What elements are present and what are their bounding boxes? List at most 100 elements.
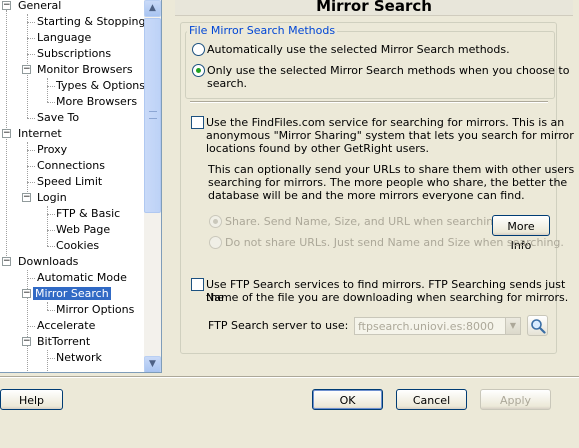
findfiles-desc-line2: anonymous "Mirror Sharing" system that l… <box>206 129 574 142</box>
tree-item-types-options[interactable]: Types & Options <box>54 78 144 94</box>
collapse-icon[interactable]: − <box>22 289 31 298</box>
tree-item-login[interactable]: Login <box>35 190 69 206</box>
chevron-down-icon[interactable]: ▼ <box>505 318 520 334</box>
tree-item-proxy[interactable]: Proxy <box>35 142 69 158</box>
auto-methods-label[interactable]: Automatically use the selected Mirror Se… <box>207 43 510 56</box>
bottom-separator <box>0 376 579 378</box>
collapse-icon[interactable]: − <box>2 1 11 10</box>
magnifier-icon <box>531 319 546 334</box>
tree-item-label: Types & Options <box>56 79 144 92</box>
tree-item-label: Web Page <box>56 223 111 236</box>
ftp-search-desc-line2: Name of the file you are downloading whe… <box>206 291 569 304</box>
tree-item-save-to[interactable]: Save To <box>35 110 81 126</box>
tree-item-label: Subscriptions <box>37 47 112 60</box>
tree-item-label: Monitor Browsers <box>37 63 133 76</box>
tree-item-label: Save To <box>37 111 80 124</box>
collapse-icon[interactable]: − <box>22 193 31 202</box>
scroll-thumb[interactable] <box>144 18 161 213</box>
only-methods-radio[interactable] <box>192 64 205 77</box>
tree-item-label: More Browsers <box>56 95 138 108</box>
ftp-server-search-button[interactable] <box>527 315 548 336</box>
tree-line <box>27 326 35 327</box>
tree-item-web-page[interactable]: Web Page <box>54 222 112 238</box>
tree-item-subscriptions[interactable]: Subscriptions <box>35 46 113 62</box>
ftp-server-value: ftpsearch.uniovi.es:8000 <box>358 320 495 333</box>
collapse-icon[interactable]: − <box>2 129 11 138</box>
options-tree-items: − − − − − − − General Starting & Stoppin… <box>0 0 144 372</box>
auto-methods-radio[interactable] <box>192 43 205 56</box>
tree-item-connections[interactable]: Connections <box>35 158 107 174</box>
tree-item-starting-stopping[interactable]: Starting & Stopping <box>35 14 144 30</box>
tree-line <box>27 54 35 55</box>
tree-item-network[interactable]: Network <box>54 350 104 366</box>
tree-item-automatic-mode[interactable]: Automatic Mode <box>35 270 129 286</box>
tree-item-ftp-basic[interactable]: FTP & Basic <box>54 206 122 222</box>
findfiles-checkbox[interactable] <box>191 116 204 129</box>
tree-item-internet[interactable]: Internet <box>16 126 64 142</box>
tree-item-label: Internet <box>18 127 62 140</box>
tree-item-mirror-options[interactable]: Mirror Options <box>54 302 136 318</box>
methods-group-title: File Mirror Search Methods <box>187 24 338 37</box>
collapse-icon[interactable]: − <box>22 65 31 74</box>
tree-line <box>27 38 35 39</box>
noshare-urls-radio[interactable] <box>209 236 222 249</box>
tree-item-monitor-browsers[interactable]: Monitor Browsers <box>35 62 135 78</box>
tree-item-label: Downloads <box>18 255 79 268</box>
tree-line <box>27 270 28 372</box>
tree-item-accelerate[interactable]: Accelerate <box>35 318 97 334</box>
tree-item-mirror-search[interactable]: Mirror Search <box>33 286 111 302</box>
cancel-button[interactable]: Cancel <box>396 389 467 410</box>
collapse-icon[interactable]: − <box>2 257 11 266</box>
tree-item-general[interactable]: General <box>16 0 63 14</box>
tree-item-downloads[interactable]: Downloads <box>16 254 80 270</box>
tree-item-language[interactable]: Language <box>35 30 93 46</box>
tree-line <box>47 78 48 102</box>
ftp-search-checkbox[interactable] <box>191 278 204 291</box>
tree-item-speed-limit[interactable]: Speed Limit <box>35 174 104 190</box>
share-urls-label[interactable]: Share. Send Name, Size, and URL when sea… <box>225 215 504 228</box>
tree-item-label: General <box>18 0 62 12</box>
tree-item-cookies[interactable]: Cookies <box>54 238 101 254</box>
tree-item-label: Automatic Mode <box>37 271 127 284</box>
collapse-icon[interactable]: − <box>22 337 31 346</box>
only-methods-label-line2[interactable]: search. <box>207 77 247 90</box>
tree-line <box>47 302 48 310</box>
tree-line <box>27 166 35 167</box>
help-button[interactable]: Help <box>0 389 63 410</box>
page-title: Mirror Search <box>175 0 573 16</box>
options-tree[interactable]: − − − − − − − General Starting & Stoppin… <box>0 0 162 373</box>
noshare-urls-label[interactable]: Do not share URLs. Just send Name and Si… <box>225 236 564 249</box>
tree-item-label: Cookies <box>56 239 100 252</box>
ok-button[interactable]: OK <box>312 389 383 410</box>
tree-item-label: Mirror Search <box>33 287 111 300</box>
more-info-button[interactable]: More Info <box>492 215 550 252</box>
tree-item-label: Network <box>56 351 102 364</box>
apply-button[interactable]: Apply <box>480 389 551 410</box>
scroll-down-icon[interactable]: ▼ <box>144 356 161 372</box>
tree-item-more-browsers[interactable]: More Browsers <box>54 94 139 110</box>
tree-item-label: Language <box>37 31 92 44</box>
share-desc-line3: database will be and the more mirrors ev… <box>208 189 525 202</box>
tree-line <box>27 150 35 151</box>
only-methods-label[interactable]: Only use the selected Mirror Search meth… <box>207 64 569 77</box>
scroll-up-icon[interactable]: ▲ <box>144 0 161 17</box>
tree-line <box>47 350 48 372</box>
ftp-server-select[interactable]: ftpsearch.uniovi.es:8000 ▼ <box>354 317 521 335</box>
tree-item-label: Connections <box>37 159 105 172</box>
tree-item-label: Starting & Stopping <box>37 15 144 28</box>
tree-line <box>27 278 35 279</box>
tree-item-label: Login <box>37 191 67 204</box>
findfiles-desc-line1[interactable]: Use the FindFiles.com service for search… <box>206 116 564 129</box>
tree-line <box>47 206 48 246</box>
tree-item-label: Proxy <box>37 143 68 156</box>
tree-line <box>27 182 35 183</box>
tree-item-label: FTP & Basic <box>56 207 121 220</box>
tree-item-label: Speed Limit <box>37 175 103 188</box>
tree-line <box>27 118 35 119</box>
findfiles-desc-line3: locations found by other GetRight users. <box>206 142 429 155</box>
share-urls-radio[interactable] <box>209 215 222 228</box>
ftp-server-label: FTP Search server to use: <box>208 319 349 332</box>
share-desc-line1: This can optionally send your URLs to sh… <box>208 163 575 176</box>
tree-scrollbar[interactable]: ▲ ▼ <box>144 0 161 372</box>
tree-item-bittorrent[interactable]: BitTorrent <box>35 334 92 350</box>
